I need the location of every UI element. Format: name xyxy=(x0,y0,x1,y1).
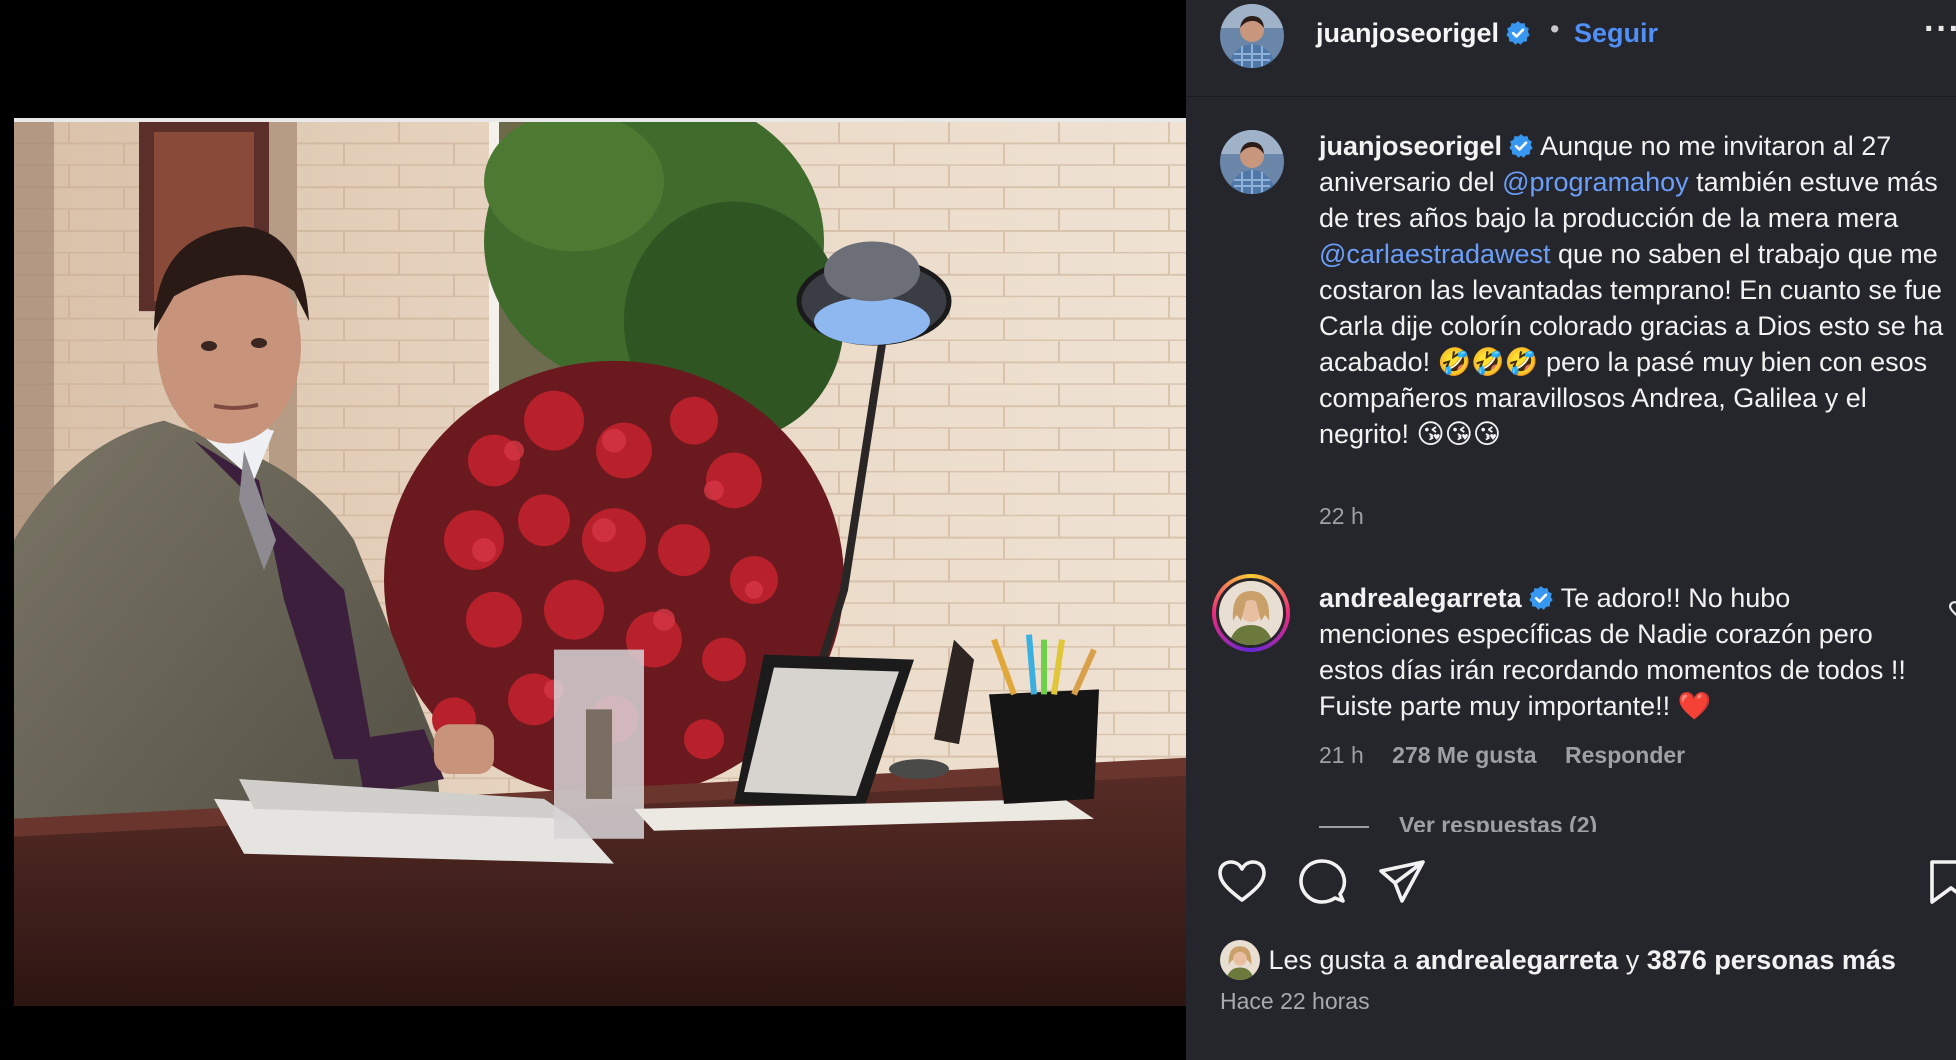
comment-avatar[interactable] xyxy=(1212,574,1290,652)
header-username-text[interactable]: juanjoseorigel xyxy=(1316,18,1499,48)
follow-button[interactable]: Seguir xyxy=(1574,18,1658,49)
share-send-icon[interactable] xyxy=(1376,856,1428,908)
likes-summary: Les gusta a andrealegarreta y 3876 perso… xyxy=(1220,940,1896,980)
more-options-icon[interactable]: ··· xyxy=(1924,10,1956,49)
comment-body: andrealegarreta Te adoro!! No hubo menci… xyxy=(1319,580,1919,724)
likes-avatar-image xyxy=(1220,940,1260,980)
post-side-panel: juanjoseorigel • Seguir ··· juanjoseorig… xyxy=(1186,0,1956,1060)
caption-avatar-image xyxy=(1220,130,1284,194)
caption-timestamp[interactable]: 22 h xyxy=(1319,503,1364,530)
post-photo-illustration xyxy=(14,122,1186,1006)
view-replies-line xyxy=(1319,826,1369,828)
header-separator: • xyxy=(1550,14,1560,44)
caption-avatar[interactable] xyxy=(1220,130,1284,194)
bookmark-icon[interactable] xyxy=(1926,856,1956,908)
comment-likes-count[interactable]: 278 Me gusta xyxy=(1392,742,1536,768)
post-timestamp[interactable]: Hace 22 horas xyxy=(1220,988,1370,1015)
caption-mention-carlaestradawest[interactable]: @carlaestradawest xyxy=(1319,239,1551,269)
likes-prefix: Les gusta a xyxy=(1268,944,1409,975)
likes-user[interactable]: andrealegarreta xyxy=(1416,945,1619,975)
post-photo[interactable] xyxy=(14,118,1186,1006)
caption-text-part-3: que no saben el trabajo que me costaron … xyxy=(1319,239,1944,449)
comment-avatar-image xyxy=(1216,578,1286,648)
post-media-pane xyxy=(0,0,1186,1060)
comment-like-heart-icon[interactable] xyxy=(1946,600,1956,620)
post-caption: juanjoseorigel Aunque no me invitaron al… xyxy=(1319,128,1944,452)
likes-others[interactable]: 3876 personas más xyxy=(1647,945,1896,975)
caption-mention-programahoy[interactable]: @programahoy xyxy=(1502,167,1689,197)
comment-time[interactable]: 21 h xyxy=(1319,742,1364,768)
verified-badge-icon xyxy=(1528,586,1553,610)
comment-bubble-icon[interactable] xyxy=(1296,856,1348,908)
likes-text: Les gusta a andrealegarreta y 3876 perso… xyxy=(1268,945,1895,976)
like-heart-icon[interactable] xyxy=(1216,856,1268,908)
caption-username[interactable]: juanjoseorigel xyxy=(1319,131,1502,161)
comment-avatar-illustration xyxy=(1219,581,1283,645)
comment-username[interactable]: andrealegarreta xyxy=(1319,583,1522,613)
header-avatar-image xyxy=(1220,4,1284,68)
likes-avatar[interactable] xyxy=(1220,940,1260,980)
comment-meta: 21 h 278 Me gusta Responder xyxy=(1319,742,1707,769)
reply-button[interactable]: Responder xyxy=(1565,742,1685,768)
header-divider xyxy=(1186,96,1956,97)
header-avatar[interactable] xyxy=(1220,4,1284,68)
verified-badge-icon xyxy=(1509,134,1533,158)
likes-connector: y xyxy=(1625,944,1640,975)
view-replies-label[interactable]: Ver respuestas (2) xyxy=(1399,812,1597,832)
verified-badge-icon xyxy=(1506,21,1530,45)
post-action-bar xyxy=(1186,856,1956,912)
header-username[interactable]: juanjoseorigel xyxy=(1316,18,1531,49)
view-replies-button[interactable]: Ver respuestas (2) xyxy=(1319,812,1597,832)
